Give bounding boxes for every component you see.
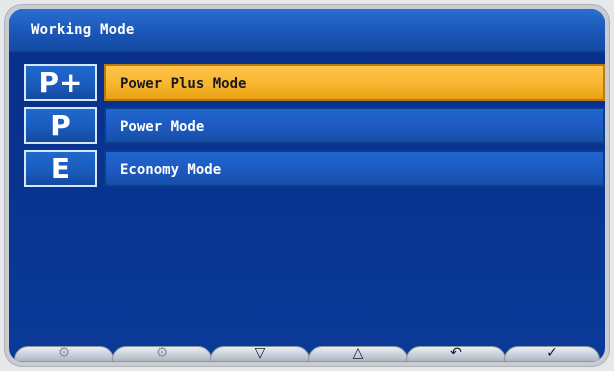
header-bar: Working Mode (9, 9, 605, 53)
mode-badge-economy: E (24, 150, 97, 187)
mode-label-power: Power Mode (120, 119, 205, 135)
mode-label-economy: Economy Mode (120, 162, 222, 178)
bottom-toolbar: ⚙ ⚙ ▽ △ ↶ ✓ (9, 346, 605, 362)
mode-row-economy[interactable]: E Economy Mode (24, 150, 605, 187)
mode-badge-power: P (24, 107, 97, 144)
tool-1-icon: ⚙ (57, 345, 71, 361)
confirm-button[interactable]: ✓ (504, 346, 600, 362)
mode-label-power-plus: Power Plus Mode (120, 76, 247, 92)
down-button[interactable]: ▽ (210, 346, 310, 362)
arrow-up-icon: △ (352, 345, 364, 361)
tool-2-icon: ⚙ (155, 345, 169, 361)
mode-row-power-plus[interactable]: P+ Power Plus Mode (24, 64, 605, 101)
mode-row-power[interactable]: P Power Mode (24, 107, 605, 144)
arrow-down-icon: ▽ (254, 345, 266, 361)
toolbar-button-1[interactable]: ⚙ (14, 346, 114, 362)
page-title: Working Mode (31, 22, 135, 38)
mode-badge-power-plus: P+ (24, 64, 97, 101)
up-button[interactable]: △ (308, 346, 408, 362)
back-button[interactable]: ↶ (406, 346, 506, 362)
mode-option-power-plus[interactable]: Power Plus Mode (104, 64, 605, 101)
screen: Working Mode P+ Power Plus Mode P Power … (9, 9, 605, 362)
toolbar-button-2[interactable]: ⚙ (112, 346, 212, 362)
device-frame: Working Mode P+ Power Plus Mode P Power … (4, 4, 610, 367)
mode-option-economy[interactable]: Economy Mode (104, 150, 605, 187)
mode-option-power[interactable]: Power Mode (104, 107, 605, 144)
confirm-icon: ✓ (546, 345, 558, 361)
back-icon: ↶ (450, 345, 462, 361)
